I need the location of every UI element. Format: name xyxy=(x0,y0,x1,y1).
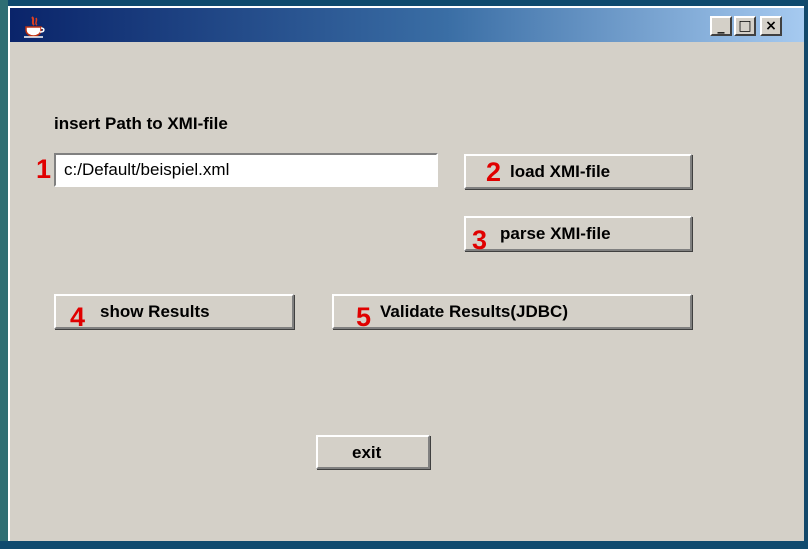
load-xmi-label: load XMI-file xyxy=(510,162,611,181)
validate-results-label: Validate Results(JDBC) xyxy=(380,302,568,321)
desktop-frame-right xyxy=(804,0,808,549)
maximize-button[interactable]: □ xyxy=(734,16,756,36)
annotation-3: 3 xyxy=(472,225,488,255)
annotation-1: 1 xyxy=(36,154,52,184)
validate-results-button[interactable]: 5 Validate Results(JDBC) xyxy=(332,294,692,332)
exit-button[interactable]: exit xyxy=(316,435,430,469)
show-results-label: show Results xyxy=(100,302,210,321)
path-input[interactable] xyxy=(54,153,438,187)
annotation-4: 4 xyxy=(70,302,86,332)
minimize-button[interactable]: _ xyxy=(710,16,732,36)
load-xmi-button[interactable]: 2 load XMI-file xyxy=(464,154,692,189)
exit-label: exit xyxy=(352,443,382,462)
app-window: _ □ × insert Path to XMI-file 1 2 load X… xyxy=(8,6,804,541)
java-cup-icon xyxy=(24,16,45,38)
show-results-button[interactable]: 4 show Results xyxy=(54,294,294,332)
close-button[interactable]: × xyxy=(760,16,782,36)
annotation-5: 5 xyxy=(356,302,372,332)
path-label: insert Path to XMI-file xyxy=(54,114,228,133)
annotation-2: 2 xyxy=(486,157,502,187)
desktop-frame-bottom xyxy=(0,541,808,549)
desktop-frame-left xyxy=(0,0,8,549)
parse-xmi-button[interactable]: 3 parse XMI-file xyxy=(464,216,692,255)
parse-xmi-label: parse XMI-file xyxy=(500,224,611,243)
title-bar[interactable]: _ □ × xyxy=(10,8,804,42)
